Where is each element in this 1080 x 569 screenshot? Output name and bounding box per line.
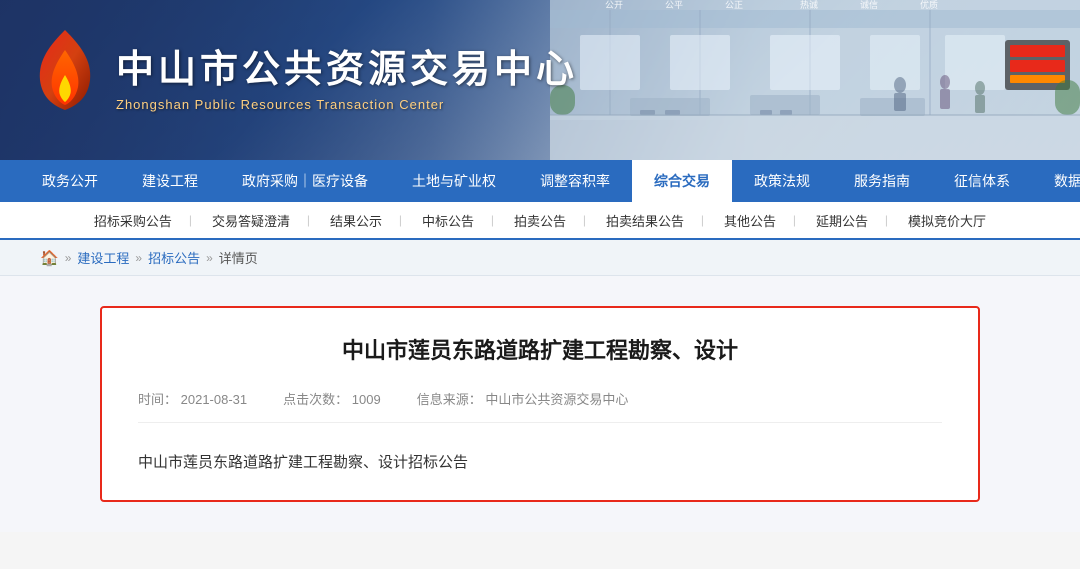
main-nav-item-0: 首页 xyxy=(0,160,20,202)
main-navigation: 首页政务公开建设工程政府采购｜医疗设备土地与矿业权调整容积率综合交易政策法规服务… xyxy=(0,160,1080,202)
sub-nav-link-4[interactable]: 拍卖公告 xyxy=(494,201,586,239)
main-nav-item-4: 土地与矿业权 xyxy=(390,160,518,202)
main-nav-item-9: 征信体系 xyxy=(932,160,1032,202)
sub-nav-item-0: 招标采购公告 xyxy=(74,201,192,239)
content-area: 中山市莲员东路道路扩建工程勘察、设计 时间： 2021-08-31 点击次数： … xyxy=(0,276,1080,532)
header-title-area: 中山市公共资源交易中心 Zhongshan Public Resources T… xyxy=(116,48,578,113)
main-nav-link-9[interactable]: 征信体系 xyxy=(932,160,1032,202)
sub-nav-link-5[interactable]: 拍卖结果公告 xyxy=(586,201,704,239)
sub-nav-item-4: 拍卖公告 xyxy=(494,201,586,239)
main-nav-item-6: 综合交易 xyxy=(632,160,732,202)
sub-navigation: 招标采购公告交易答疑澄清结果公示中标公告拍卖公告拍卖结果公告其他公告延期公告模拟… xyxy=(0,202,1080,240)
main-nav-item-2: 建设工程 xyxy=(120,160,220,202)
main-nav-link-5[interactable]: 调整容积率 xyxy=(518,160,632,202)
main-nav-link-4[interactable]: 土地与矿业权 xyxy=(390,160,518,202)
main-nav-link-3[interactable]: 政府采购｜医疗设备 xyxy=(220,160,390,202)
main-nav-item-3: 政府采购｜医疗设备 xyxy=(220,160,390,202)
header-logo-area: 中山市公共资源交易中心 Zhongshan Public Resources T… xyxy=(0,25,578,135)
article-body: 中山市莲员东路道路扩建工程勘察、设计招标公告 xyxy=(138,441,942,476)
main-nav-link-7[interactable]: 政策法规 xyxy=(732,160,832,202)
breadcrumb-current: 详情页 xyxy=(219,248,258,267)
main-nav-item-8: 服务指南 xyxy=(832,160,932,202)
home-icon[interactable]: 🏠 xyxy=(40,249,59,267)
article-title: 中山市莲员东路道路扩建工程勘察、设计 xyxy=(138,336,942,367)
main-nav-link-2[interactable]: 建设工程 xyxy=(120,160,220,202)
main-nav-link-10[interactable]: 数据开放 xyxy=(1032,160,1080,202)
sub-nav-link-7[interactable]: 延期公告 xyxy=(796,201,888,239)
svg-text:公开: 公开 xyxy=(605,0,623,10)
article-clicks: 点击次数： 1009 xyxy=(283,389,381,408)
sub-nav-link-8[interactable]: 模拟竞价大厅 xyxy=(888,201,1006,239)
logo-flame-icon xyxy=(30,25,100,135)
sub-nav-item-8: 模拟竞价大厅 xyxy=(888,201,1006,239)
sub-nav-link-6[interactable]: 其他公告 xyxy=(704,201,796,239)
main-nav-item-1: 政务公开 xyxy=(20,160,120,202)
main-nav-link-0[interactable]: 首页 xyxy=(0,160,20,202)
main-nav-link-1[interactable]: 政务公开 xyxy=(20,160,120,202)
breadcrumb-sep-3: » xyxy=(206,251,213,265)
article-meta: 时间： 2021-08-31 点击次数： 1009 信息来源： 中山市公共资源交… xyxy=(138,389,942,423)
breadcrumb-sep-1: » xyxy=(65,251,72,265)
main-nav-item-7: 政策法规 xyxy=(732,160,832,202)
breadcrumb-link-1[interactable]: 建设工程 xyxy=(77,248,129,267)
sub-nav-link-3[interactable]: 中标公告 xyxy=(402,201,494,239)
sub-nav-item-1: 交易答疑澄清 xyxy=(192,201,310,239)
sub-nav-item-3: 中标公告 xyxy=(402,201,494,239)
sub-nav-link-0[interactable]: 招标采购公告 xyxy=(74,201,192,239)
header-en-title: Zhongshan Public Resources Transaction C… xyxy=(116,97,578,112)
main-nav-link-8[interactable]: 服务指南 xyxy=(832,160,932,202)
hall-illustration: 公开 公平 公正 热诚 诚信 优质 xyxy=(550,0,1080,160)
sub-nav-link-1[interactable]: 交易答疑澄清 xyxy=(192,201,310,239)
svg-text:诚信: 诚信 xyxy=(860,0,878,10)
main-nav-list: 首页政务公开建设工程政府采购｜医疗设备土地与矿业权调整容积率综合交易政策法规服务… xyxy=(0,160,1080,202)
main-nav-item-5: 调整容积率 xyxy=(518,160,632,202)
breadcrumb: 🏠 » 建设工程 » 招标公告 » 详情页 xyxy=(0,240,1080,276)
main-nav-item-10: 数据开放 xyxy=(1032,160,1080,202)
header-cn-title: 中山市公共资源交易中心 xyxy=(116,48,578,94)
sub-nav-list: 招标采购公告交易答疑澄清结果公示中标公告拍卖公告拍卖结果公告其他公告延期公告模拟… xyxy=(74,201,1006,239)
sub-nav-link-2[interactable]: 结果公示 xyxy=(310,201,402,239)
sub-nav-item-6: 其他公告 xyxy=(704,201,796,239)
main-nav-link-6[interactable]: 综合交易 xyxy=(632,160,732,202)
sub-nav-item-5: 拍卖结果公告 xyxy=(586,201,704,239)
article-card: 中山市莲员东路道路扩建工程勘察、设计 时间： 2021-08-31 点击次数： … xyxy=(100,306,980,502)
header-banner: 公开 公平 公正 热诚 诚信 优质 xyxy=(0,0,1080,160)
sub-nav-item-7: 延期公告 xyxy=(796,201,888,239)
breadcrumb-link-2[interactable]: 招标公告 xyxy=(148,248,200,267)
svg-text:公平: 公平 xyxy=(665,0,683,10)
svg-text:公正: 公正 xyxy=(725,0,743,10)
svg-text:热诚: 热诚 xyxy=(800,0,818,10)
svg-text:优质: 优质 xyxy=(920,0,938,10)
article-time: 时间： 2021-08-31 xyxy=(138,389,247,408)
breadcrumb-sep-2: » xyxy=(135,251,142,265)
sub-nav-item-2: 结果公示 xyxy=(310,201,402,239)
article-source: 信息来源： 中山市公共资源交易中心 xyxy=(417,389,629,408)
